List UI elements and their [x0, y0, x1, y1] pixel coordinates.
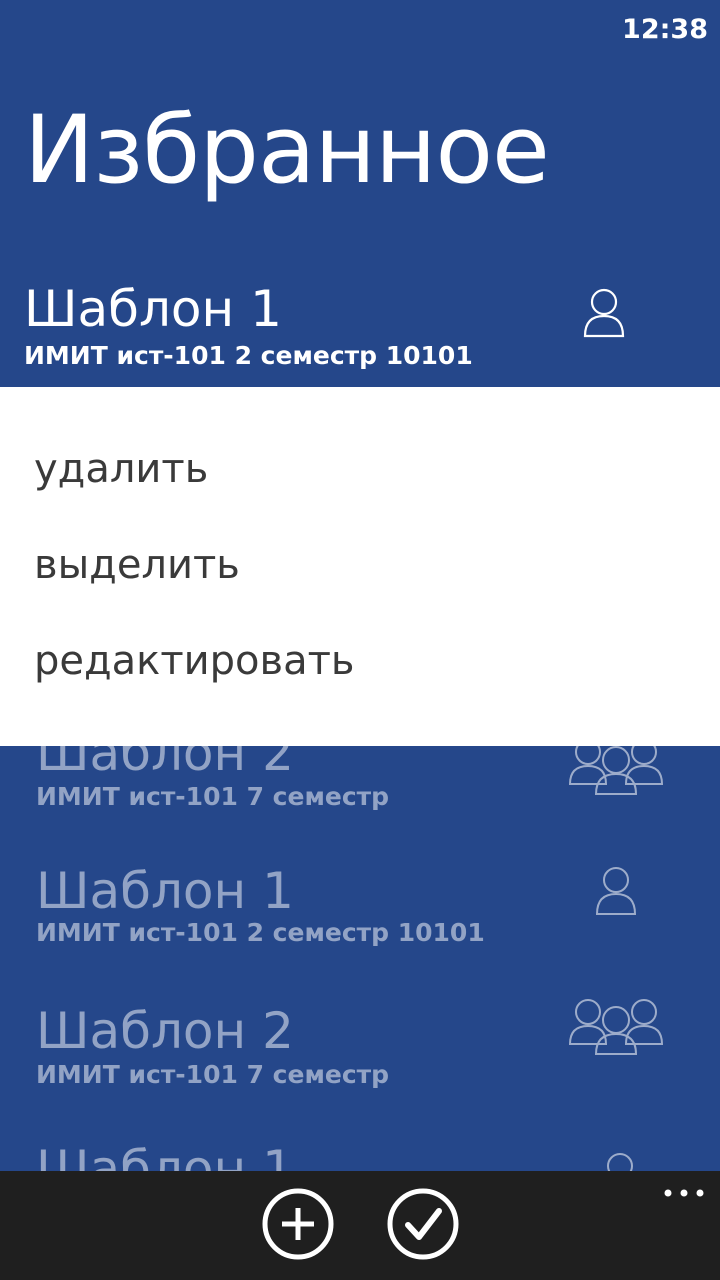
list-item-subtitle: ИМИТ ист-101 7 семестр [36, 782, 390, 811]
group-icon [566, 738, 666, 802]
selected-item-subtitle: ИМИТ ист-101 2 семестр 10101 [24, 341, 473, 370]
add-icon [262, 1188, 334, 1260]
selected-list-item[interactable]: Шаблон 1 ИМИТ ист-101 2 семестр 10101 [0, 280, 720, 387]
list-item[interactable]: Шаблон 2 ИМИТ ист-101 7 семестр [0, 998, 720, 1140]
list-item-subtitle: ИМИТ ист-101 2 семестр 10101 [36, 918, 485, 947]
menu-item-delete[interactable]: удалить [34, 446, 208, 492]
ellipsis-icon [664, 1189, 704, 1197]
list-item-title: Шаблон 1 [36, 862, 294, 920]
status-time: 12:38 [622, 14, 708, 45]
add-button[interactable] [262, 1188, 334, 1260]
person-icon [582, 288, 626, 342]
list-item-subtitle: ИМИТ ист-101 7 семестр [36, 1060, 390, 1089]
more-button[interactable] [662, 1185, 706, 1199]
context-menu: удалить выделить редактировать [0, 387, 720, 746]
selected-item-title: Шаблон 1 [24, 280, 282, 338]
menu-item-select[interactable]: выделить [34, 542, 240, 588]
menu-item-edit[interactable]: редактировать [34, 638, 354, 684]
group-icon [566, 998, 666, 1062]
app-bar [0, 1171, 720, 1280]
confirm-button[interactable] [387, 1188, 459, 1260]
check-icon [387, 1188, 459, 1260]
list-item[interactable]: Шаблон 1 ИМИТ ист-101 2 семестр 10101 [0, 860, 720, 1000]
page-title: Избранное [24, 96, 550, 205]
list-item-title: Шаблон 2 [36, 1002, 294, 1060]
person-icon [594, 866, 638, 920]
